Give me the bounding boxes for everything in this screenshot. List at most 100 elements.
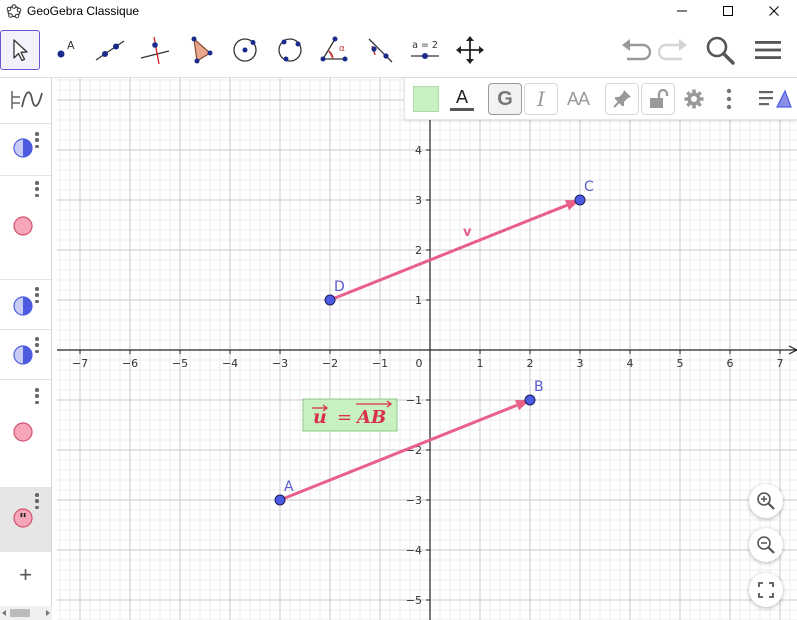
x-tick-label: 3: [577, 357, 584, 370]
line-tool[interactable]: [90, 30, 130, 70]
fullscreen-button[interactable]: [749, 573, 783, 607]
algebra-horizontal-scrollbar[interactable]: [0, 606, 52, 620]
angle-tool-label: α: [339, 44, 345, 54]
maximize-button[interactable]: [705, 0, 751, 22]
polygon-tool[interactable]: [180, 30, 220, 70]
row-more-icon[interactable]: [35, 493, 39, 509]
point-label-B: B: [534, 379, 544, 395]
point-icon: A: [57, 39, 75, 58]
point-A: [274, 494, 286, 506]
text-color-button[interactable]: A: [447, 83, 477, 115]
zoom-in-button[interactable]: [749, 484, 783, 518]
vector-marker-icon: [13, 296, 33, 316]
menu-button[interactable]: [750, 32, 786, 68]
x-tick-label: 7: [777, 357, 784, 370]
circle-center-tool[interactable]: [225, 30, 265, 70]
add-object-button[interactable]: +: [0, 552, 51, 598]
pin-button[interactable]: [605, 83, 639, 115]
row-more-icon[interactable]: [35, 181, 39, 197]
bold-button[interactable]: G: [488, 83, 522, 115]
x-tick-label: 4: [627, 357, 634, 370]
move-tool[interactable]: [0, 30, 40, 70]
angle-tool[interactable]: α: [315, 30, 355, 70]
italic-button[interactable]: I: [524, 83, 558, 115]
lock-button[interactable]: [641, 83, 675, 115]
row-more-icon[interactable]: [35, 337, 39, 353]
font-size-icon: AA: [566, 88, 590, 109]
minimize-button[interactable]: [659, 0, 705, 22]
italic-icon: I: [537, 87, 545, 111]
slider-icon: a = 2: [411, 40, 439, 59]
y-tick-label: 1: [415, 294, 422, 307]
search-button[interactable]: [702, 32, 738, 68]
x-tick-label: 1: [477, 357, 484, 370]
algebra-view: " +: [0, 78, 52, 620]
color-button[interactable]: [411, 83, 441, 115]
more-options-button[interactable]: [719, 83, 739, 115]
algebra-view-toggle[interactable]: [8, 87, 46, 118]
reflect-icon: [368, 38, 393, 63]
angle-icon: α: [320, 36, 348, 62]
minimize-icon: [677, 10, 687, 12]
algebra-row-vector[interactable]: [0, 280, 51, 330]
pin-icon: [613, 90, 631, 108]
move-graphics-icon: [456, 36, 484, 64]
redo-button[interactable]: [656, 32, 692, 68]
algebra-row-vector-u[interactable]: [0, 124, 51, 176]
x-tick-label: 6: [727, 357, 734, 370]
line-icon: [95, 40, 125, 61]
graphics-view-menu-button[interactable]: [755, 83, 795, 115]
gear-icon: [684, 89, 704, 109]
point-C: [574, 194, 586, 206]
equation-rhs: AB: [355, 407, 386, 428]
close-button[interactable]: [751, 0, 797, 22]
maximize-icon: [723, 6, 733, 16]
row-more-icon[interactable]: [35, 132, 39, 148]
move-graphics-tool[interactable]: [450, 30, 490, 70]
coordinate-plane[interactable]: −7 −6 −5 −4 −3 −2 −1 1 2 3 4 5 6 704321−1−2−3−4−5vABC…: [57, 78, 797, 620]
point-D: [324, 294, 336, 306]
row-more-icon[interactable]: [35, 388, 39, 404]
algebra-row-vector[interactable]: [0, 330, 51, 380]
circle-three-points-tool[interactable]: [270, 30, 310, 70]
algebra-row-point[interactable]: [0, 380, 51, 488]
circle-three-points-icon: [278, 38, 302, 62]
close-icon: [769, 6, 779, 16]
row-more-icon[interactable]: [35, 287, 39, 303]
y-tick-label: 3: [415, 194, 422, 207]
origin-label: 0: [416, 357, 423, 370]
algebra-row-text-selected[interactable]: ": [0, 488, 51, 552]
style-bar: A G I AA: [404, 78, 797, 120]
point-tool-label: A: [67, 39, 75, 52]
search-icon: [706, 36, 735, 65]
zoom-out-icon: [757, 536, 775, 554]
x-tick-label: −4: [222, 357, 238, 370]
perpendicular-line-tool[interactable]: [135, 30, 175, 70]
x-tick-label: −5: [172, 357, 188, 370]
more-vert-icon: [726, 88, 732, 110]
geogebra-window: GeoGebra Classique A α a = 2 " + −7 −6 −…: [0, 0, 797, 620]
algebra-row-point[interactable]: [0, 176, 51, 280]
graphics-view[interactable]: −7 −6 −5 −4 −3 −2 −1 1 2 3 4 5 6 7 0 4 3 2 1 −1 −2 −3 −4 −5 v A B C…: [57, 78, 797, 620]
main-toolbar: A α a = 2: [0, 24, 797, 78]
x-tick-label: −2: [322, 357, 338, 370]
polygon-icon: [191, 36, 213, 64]
settings-button[interactable]: [677, 83, 711, 115]
undo-icon: [622, 39, 651, 61]
text-color-label: A: [456, 87, 469, 108]
menu-icon: [755, 41, 781, 59]
point-tool[interactable]: A: [45, 30, 85, 70]
svg-text:": ": [19, 510, 27, 528]
vector-DC: [329, 203, 568, 302]
reflect-tool[interactable]: [360, 30, 400, 70]
font-size-button[interactable]: AA: [561, 83, 595, 115]
y-tick-label: −1: [406, 394, 422, 407]
x-tick-label: −3: [272, 357, 288, 370]
zoom-out-button[interactable]: [749, 528, 783, 562]
slider-tool[interactable]: a = 2: [405, 30, 445, 70]
y-tick-label: −4: [406, 544, 422, 557]
point-B: [524, 394, 536, 406]
point-label-C: C: [584, 179, 594, 195]
undo-button[interactable]: [617, 32, 653, 68]
x-tick-label: −1: [372, 357, 388, 370]
